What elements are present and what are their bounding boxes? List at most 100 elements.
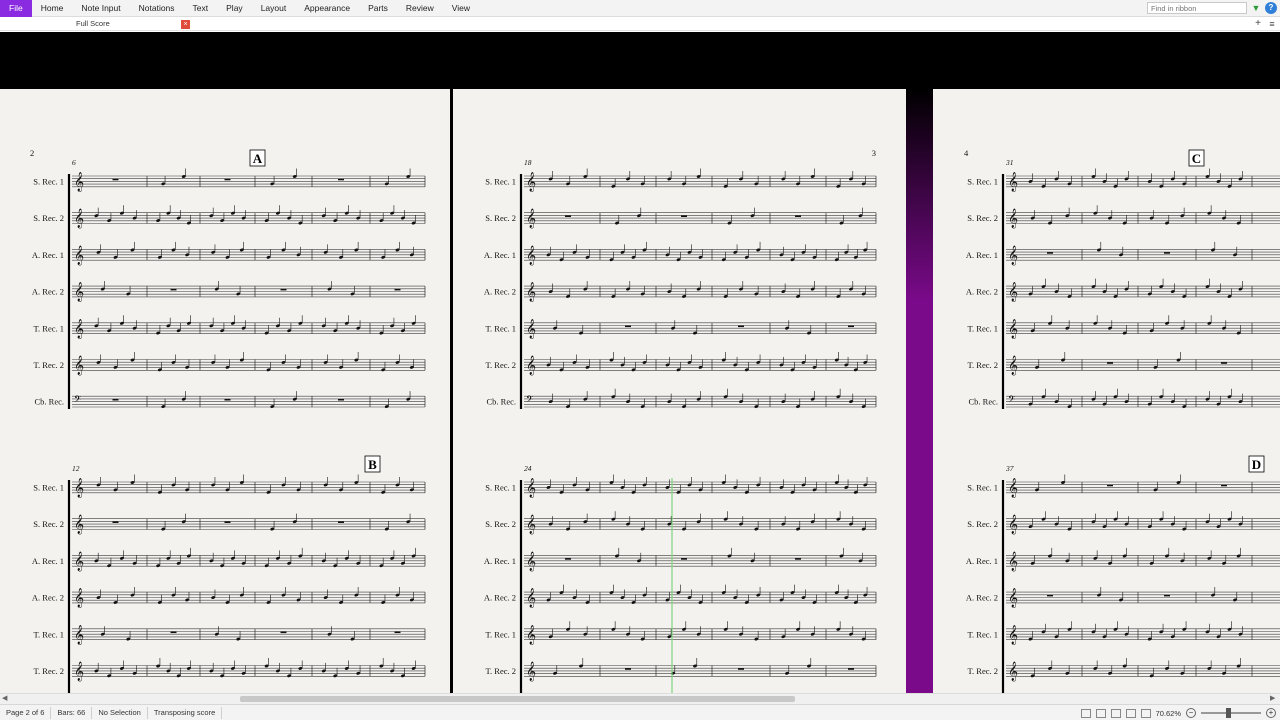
ribbon-tab-view[interactable]: View	[443, 0, 479, 17]
whole-rest[interactable]	[224, 398, 231, 401]
menu-icon[interactable]: ≡	[1267, 19, 1277, 29]
ribbon-tab-notations[interactable]: Notations	[130, 0, 184, 17]
zoom-in-icon[interactable]: +	[1266, 708, 1276, 718]
view-mode-icon[interactable]	[1110, 708, 1121, 718]
treble-clef-icon: 𝄞	[74, 209, 84, 229]
whole-rest[interactable]	[1047, 594, 1053, 597]
treble-clef-icon: 𝄞	[74, 282, 84, 302]
whole-rest[interactable]	[338, 521, 344, 523]
ribbon-tab-appearance[interactable]: Appearance	[295, 0, 359, 17]
whole-rest[interactable]	[338, 178, 344, 181]
score-canvas[interactable]: 2 6 A S. Rec. 1 𝄞 S. Rec. 2 𝄞 A. Rec. 1 𝄞 A. Rec.…	[0, 32, 1280, 693]
whole-rest[interactable]	[1164, 594, 1170, 597]
instrument-label: S. Rec. 2	[33, 519, 64, 529]
ribbon-tab-layout[interactable]: Layout	[252, 0, 296, 17]
score-page[interactable]: 3 18 S. Rec. 1 𝄞 S. Rec. 2 𝄞 A. Rec. 1 𝄞 A. Rec.…	[453, 89, 906, 693]
treble-clef-icon: 𝄞	[1008, 478, 1018, 498]
whole-rest[interactable]	[224, 178, 231, 181]
whole-rest[interactable]	[394, 631, 401, 634]
find-in-ribbon-input[interactable]	[1147, 2, 1247, 14]
instrument-label: A. Rec. 1	[484, 556, 516, 566]
ribbon-tab-play[interactable]: Play	[217, 0, 252, 17]
whole-rest[interactable]	[1107, 484, 1113, 487]
treble-clef-icon: 𝄞	[1008, 356, 1018, 376]
treble-clef-icon: 𝄞	[74, 551, 84, 571]
score-page[interactable]: 431 CS. Rec. 1 𝄞S. Rec. 2 𝄞A. Rec. 1 𝄞A. Rec…	[933, 89, 1280, 693]
view-mode-icon[interactable]	[1140, 708, 1151, 718]
treble-clef-icon: 𝄞	[74, 478, 84, 498]
whole-rest[interactable]	[1047, 252, 1053, 254]
instrument-label: A. Rec. 2	[484, 287, 516, 297]
ribbon-tab-note-input[interactable]: Note Input	[72, 0, 129, 17]
whole-rest[interactable]	[170, 288, 177, 291]
ribbon-tab-parts[interactable]: Parts	[359, 0, 397, 17]
whole-rest[interactable]	[625, 668, 631, 670]
whole-rest[interactable]	[112, 398, 119, 401]
score-page[interactable]: 2 6 A S. Rec. 1 𝄞 S. Rec. 2 𝄞 A. Rec. 1 𝄞 A. Rec.…	[0, 89, 450, 693]
bar-number: 24	[524, 464, 532, 473]
treble-clef-icon: 𝄞	[74, 588, 84, 608]
whole-rest[interactable]	[338, 398, 344, 401]
bar-number: 18	[524, 158, 532, 167]
score-view[interactable]: 2 6 A S. Rec. 1 𝄞 S. Rec. 2 𝄞 A. Rec. 1 𝄞 A. Rec.…	[0, 32, 1280, 693]
whole-rest[interactable]	[170, 631, 177, 634]
treble-clef-icon: 𝄞	[74, 319, 84, 339]
zoom-out-icon[interactable]: −	[1186, 708, 1196, 718]
ribbon-tab-text[interactable]: Text	[184, 0, 218, 17]
whole-rest[interactable]	[1221, 362, 1227, 364]
whole-rest[interactable]	[1107, 362, 1113, 364]
whole-rest[interactable]	[1164, 252, 1170, 254]
treble-clef-icon: 𝄞	[1008, 245, 1018, 265]
ribbon-menu: File Home Note Input Notations Text Play Layou…	[0, 0, 1280, 17]
whole-rest[interactable]	[738, 325, 744, 328]
horizontal-scrollbar[interactable]: ◀ ▶	[0, 693, 1280, 704]
scroll-right-icon[interactable]: ▶	[1270, 694, 1278, 704]
help-icon[interactable]: ?	[1265, 2, 1277, 14]
whole-rest[interactable]	[625, 325, 631, 328]
whole-rest[interactable]	[795, 215, 801, 217]
treble-clef-icon: 𝄞	[1008, 282, 1018, 302]
whole-rest[interactable]	[112, 178, 119, 181]
whole-rest[interactable]	[681, 558, 687, 560]
instrument-label: Cb. Rec.	[486, 397, 516, 407]
whole-rest[interactable]	[738, 668, 744, 670]
instrument-label: A. Rec. 2	[32, 593, 64, 603]
scrollbar-thumb[interactable]	[240, 696, 795, 702]
status-transposing[interactable]: Transposing score	[148, 706, 223, 719]
whole-rest[interactable]	[565, 558, 571, 560]
whole-rest[interactable]	[848, 325, 854, 328]
tab-full-score[interactable]: Full Score	[0, 17, 195, 31]
whole-rest[interactable]	[280, 631, 287, 634]
instrument-label: S. Rec. 1	[485, 177, 516, 187]
whole-rest[interactable]	[565, 215, 571, 217]
triangle-down-icon[interactable]: ▼	[1251, 3, 1261, 13]
rehearsal-mark[interactable]: C	[1192, 151, 1201, 166]
whole-rest[interactable]	[848, 668, 854, 670]
plus-icon[interactable]: +	[1253, 19, 1263, 29]
view-mode-icon[interactable]	[1095, 708, 1106, 718]
scroll-left-icon[interactable]: ◀	[2, 694, 10, 704]
whole-rest[interactable]	[795, 558, 801, 560]
rehearsal-mark[interactable]: B	[368, 457, 377, 472]
treble-clef-icon: 𝄞	[74, 662, 84, 682]
view-mode-icon[interactable]	[1080, 708, 1091, 718]
instrument-label: A. Rec. 1	[966, 556, 998, 566]
view-mode-icon[interactable]	[1125, 708, 1136, 718]
close-icon[interactable]: ×	[181, 20, 190, 29]
whole-rest[interactable]	[1221, 484, 1227, 487]
ribbon-tab-file[interactable]: File	[0, 0, 32, 17]
rehearsal-mark[interactable]: D	[1252, 457, 1261, 472]
zoom-slider[interactable]	[1201, 708, 1261, 718]
whole-rest[interactable]	[280, 288, 287, 291]
rehearsal-mark[interactable]: A	[253, 151, 263, 166]
whole-rest[interactable]	[394, 288, 401, 291]
whole-rest[interactable]	[112, 521, 119, 523]
instrument-label: S. Rec. 2	[967, 519, 998, 529]
whole-rest[interactable]	[224, 521, 231, 523]
ribbon-tab-home[interactable]: Home	[32, 0, 73, 17]
status-bars: Bars: 66	[51, 706, 93, 719]
ribbon-tab-review[interactable]: Review	[397, 0, 443, 17]
zoom-slider-thumb[interactable]	[1226, 708, 1231, 718]
instrument-label: T. Rec. 1	[485, 323, 516, 333]
whole-rest[interactable]	[681, 215, 687, 217]
